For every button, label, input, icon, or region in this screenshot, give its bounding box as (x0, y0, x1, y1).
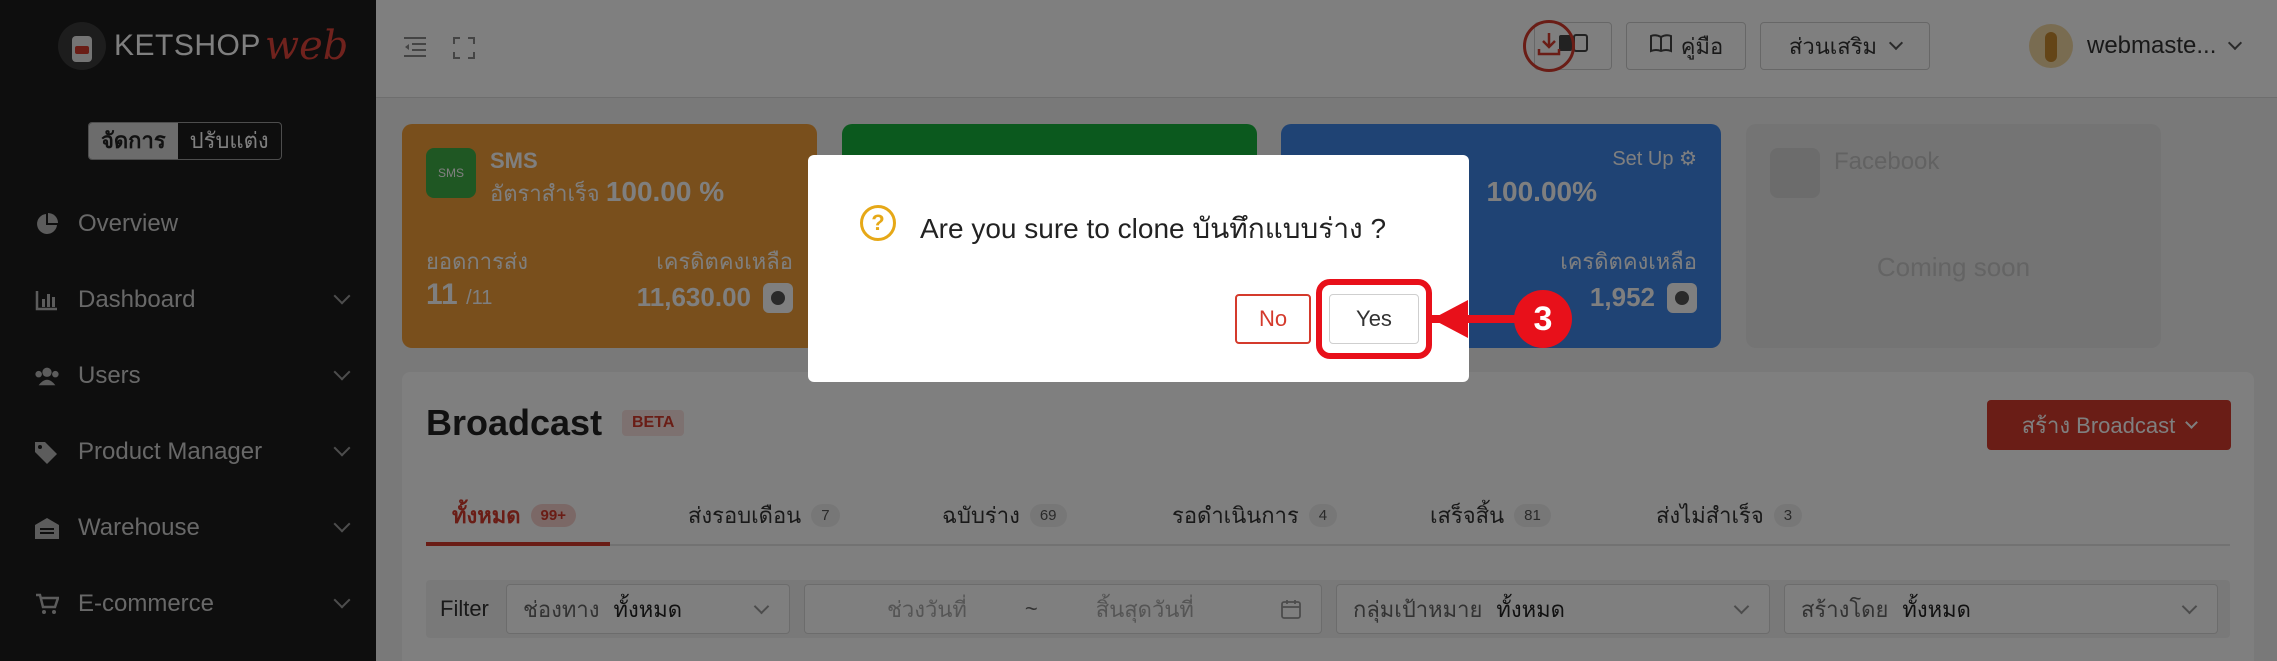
question-icon: ? (860, 205, 896, 241)
arrow-left-icon (1432, 300, 1468, 338)
dialog-message: Are you sure to clone บันทึกแบบร่าง ? (920, 213, 1387, 244)
step-number-badge: 3 (1514, 290, 1572, 348)
no-button[interactable]: No (1235, 294, 1311, 344)
highlight-box (1316, 279, 1432, 359)
